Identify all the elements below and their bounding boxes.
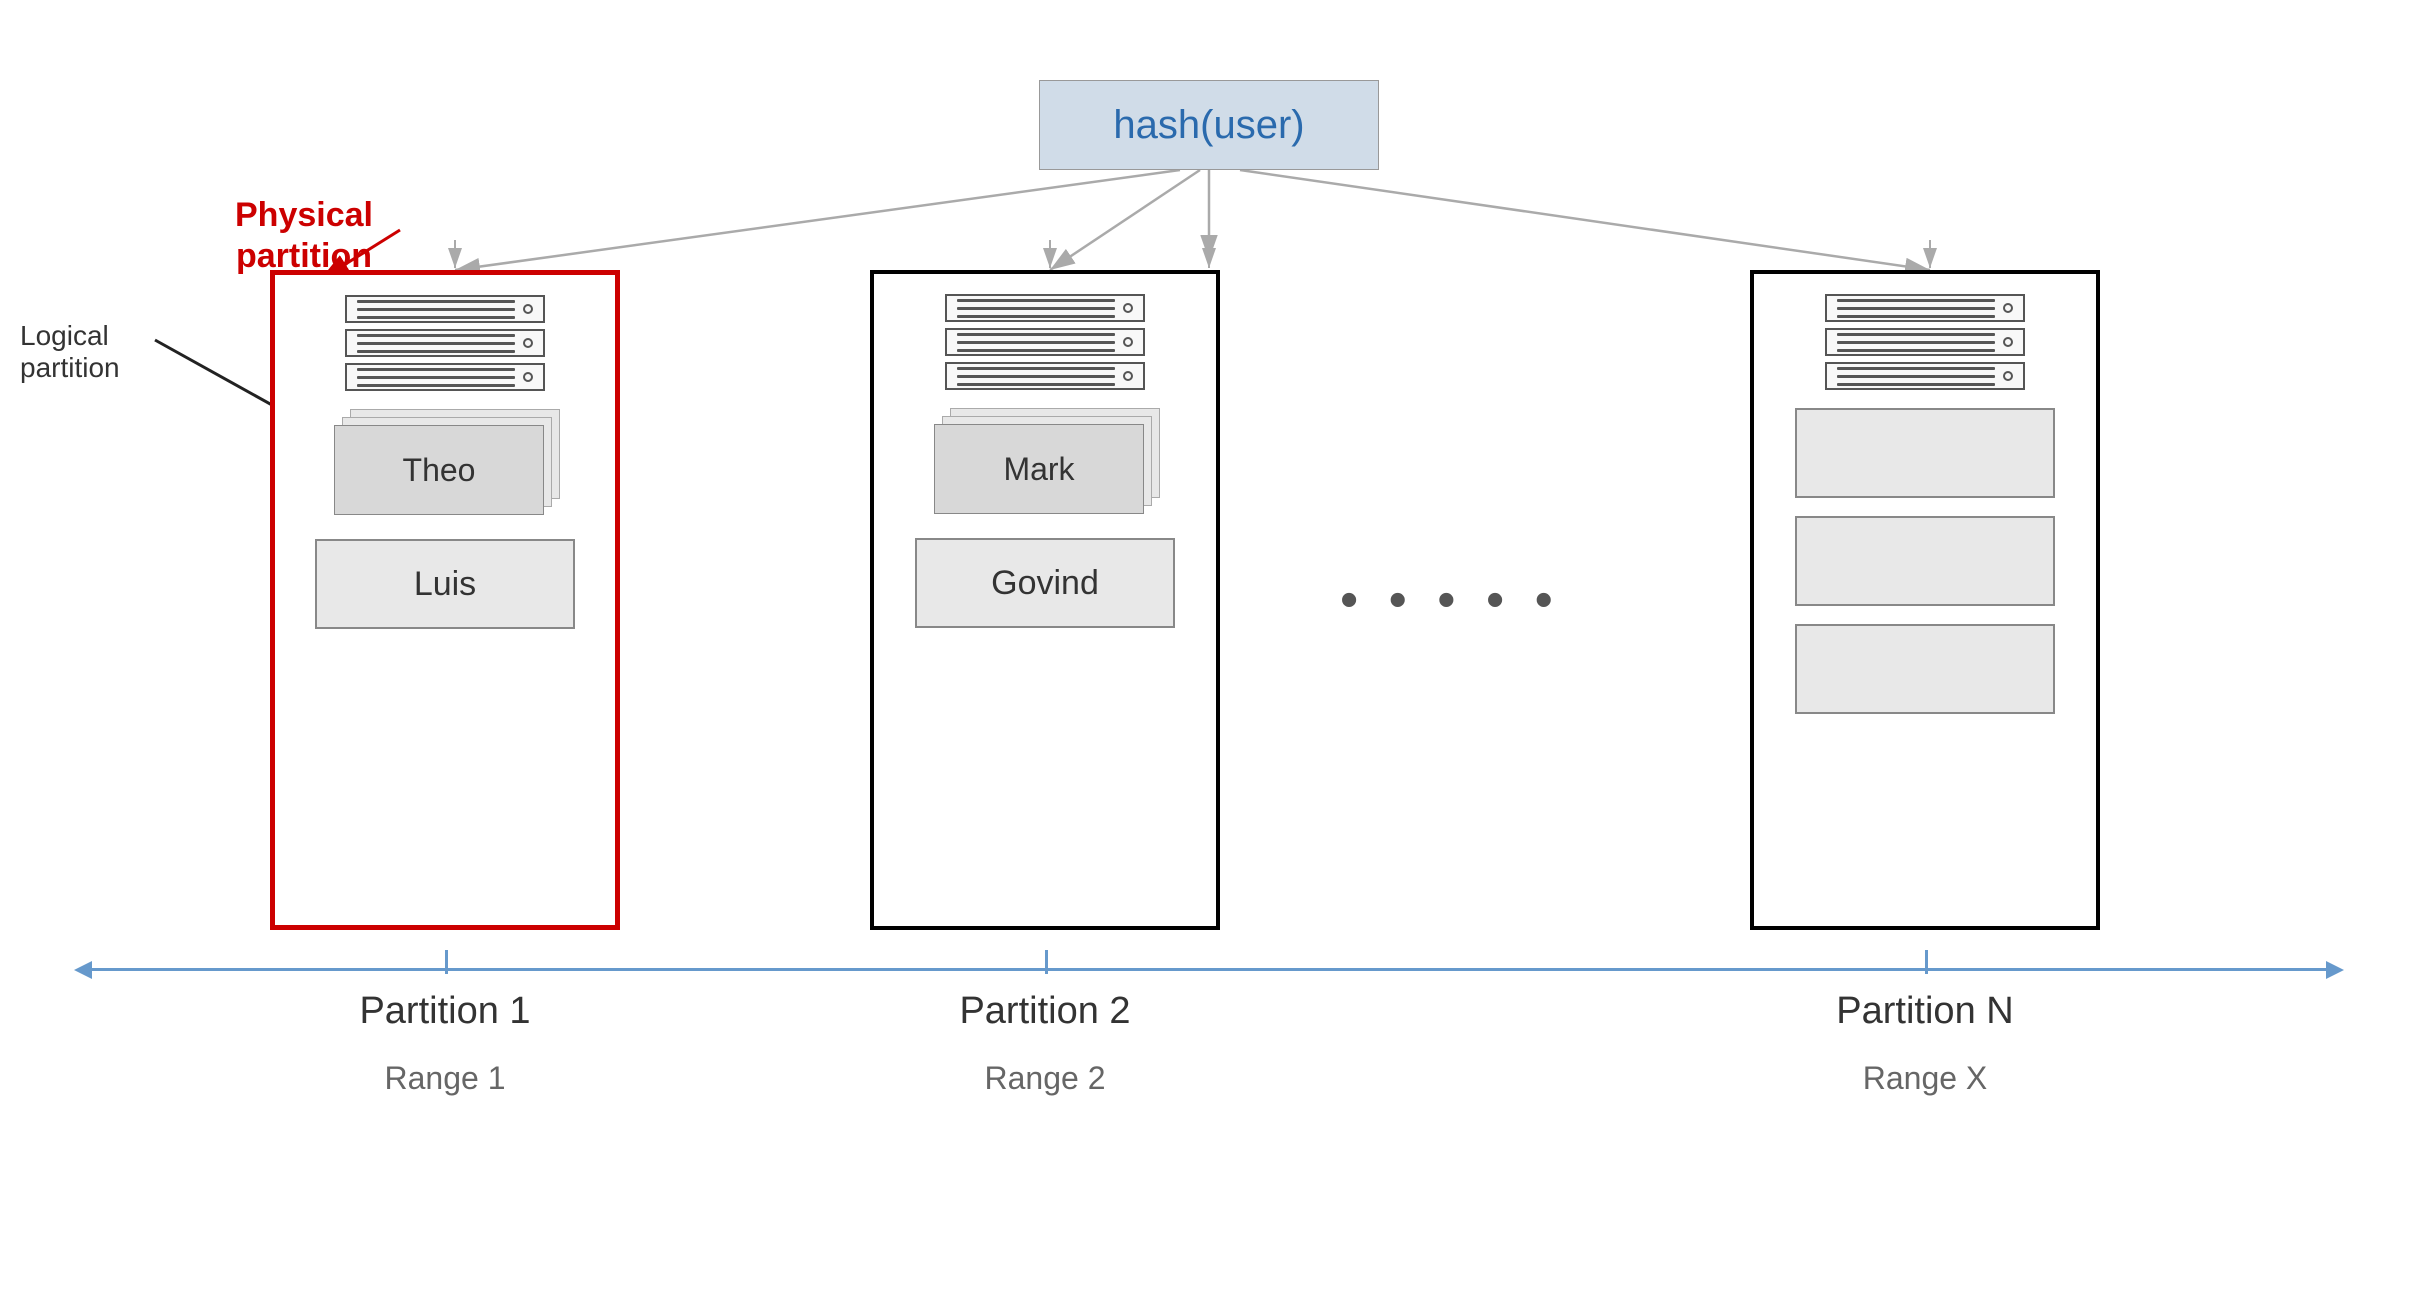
axis-arrow-right	[2326, 961, 2344, 979]
empty-card-2	[1795, 516, 2055, 606]
axis-arrow-left	[74, 961, 92, 979]
theo-card: Theo	[334, 425, 544, 515]
empty-card-3	[1795, 624, 2055, 714]
partitionN-label: Partition N	[1750, 990, 2100, 1033]
server-icon-p2	[945, 294, 1145, 390]
partition1-label: Partition 1	[270, 990, 620, 1033]
hash-box: hash(user)	[1039, 80, 1379, 170]
luis-card: Luis	[315, 539, 575, 629]
range1-label: Range 1	[270, 1060, 620, 1097]
tick-pN	[1925, 950, 1928, 974]
govind-card: Govind	[915, 538, 1175, 628]
card-stack-mark: Mark	[930, 408, 1160, 528]
empty-card-1	[1795, 408, 2055, 498]
dots-separator: • • • • •	[1340, 570, 1561, 630]
logical-partition-label: Logicalpartition	[20, 320, 120, 384]
hash-label: hash(user)	[1113, 103, 1304, 148]
server-icon-p1	[345, 295, 545, 391]
tick-p1	[445, 950, 448, 974]
range2-label: Range 2	[870, 1060, 1220, 1097]
mark-card: Mark	[934, 424, 1144, 514]
partition1-box: Theo Luis	[270, 270, 620, 930]
server-icon-pN	[1825, 294, 2025, 390]
card-stack-theo: Theo	[330, 409, 560, 529]
tick-p2	[1045, 950, 1048, 974]
partitionN-box	[1750, 270, 2100, 930]
diagram: hash(user) Physicalpartition Logicalpart…	[0, 0, 2418, 1316]
partition2-label: Partition 2	[870, 990, 1220, 1033]
rangeN-label: Range X	[1750, 1060, 2100, 1097]
axis-line	[80, 968, 2338, 971]
partition2-box: Mark Govind	[870, 270, 1220, 930]
